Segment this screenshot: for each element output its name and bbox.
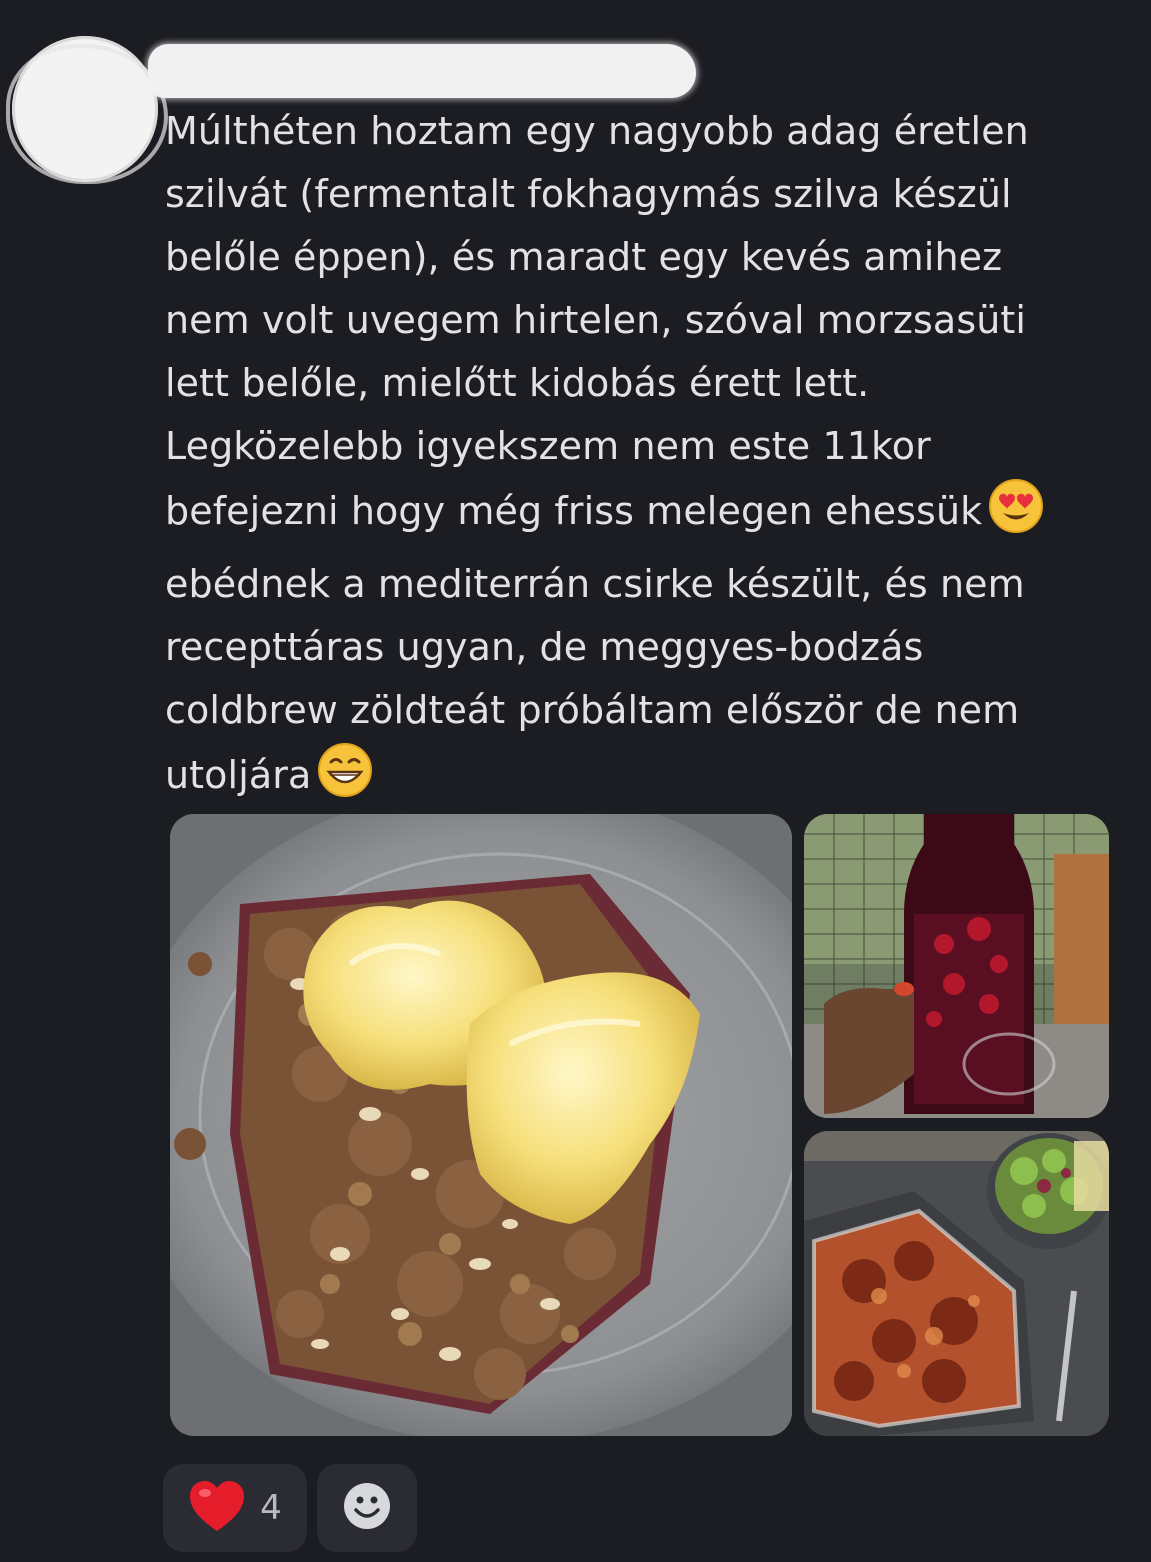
message-line: lett belőle, mielőtt kidobás érett lett. [165, 361, 870, 405]
reaction-count: 4 [260, 1488, 282, 1528]
smiley-add-icon [342, 1481, 392, 1535]
message-line: szilvát (fermentalt fokhagymás szilva ké… [165, 172, 1012, 216]
photo-chicken-salad[interactable] [804, 1131, 1109, 1436]
reaction-heart-button[interactable]: 4 [163, 1464, 307, 1552]
message-line: ebédnek a mediterrán csirke készült, és … [165, 562, 1025, 606]
username-redacted [148, 44, 696, 98]
message-line: utoljára [165, 753, 312, 797]
message-line: befejezni hogy még friss melegen ehessük [165, 489, 983, 533]
message-line: belőle éppen), és maradt egy kevés amihe… [165, 235, 1003, 279]
message-line-with-emoji: utoljára [165, 742, 1125, 817]
photo-crumble[interactable] [170, 814, 792, 1436]
message-line: Múlthéten hoztam egy nagyobb adag éretle… [165, 109, 1029, 153]
message-text: Múlthéten hoztam egy nagyobb adag éretle… [165, 100, 1125, 817]
message-line-with-emoji: befejezni hogy még friss melegen ehessük [165, 478, 1125, 553]
heart-icon [188, 1479, 246, 1537]
crumble-photo-art [170, 814, 792, 1436]
message-line: recepttáras ugyan, de meggyes-bodzás [165, 625, 924, 669]
photo-coldbrew-bottle[interactable] [804, 814, 1109, 1118]
heart-eyes-emoji [988, 478, 1044, 553]
grinning-emoji [317, 742, 373, 817]
avatar[interactable] [6, 36, 168, 184]
chicken-photo-art [804, 1131, 1109, 1436]
message-line: nem volt uvegem hirtelen, szóval morzsas… [165, 298, 1027, 342]
bottle-photo-art [804, 814, 1109, 1118]
add-reaction-button[interactable] [317, 1464, 417, 1552]
message-line: Legközelebb igyekszem nem este 11kor [165, 424, 931, 468]
message-line: coldbrew zöldteát próbáltam először de n… [165, 688, 1020, 732]
